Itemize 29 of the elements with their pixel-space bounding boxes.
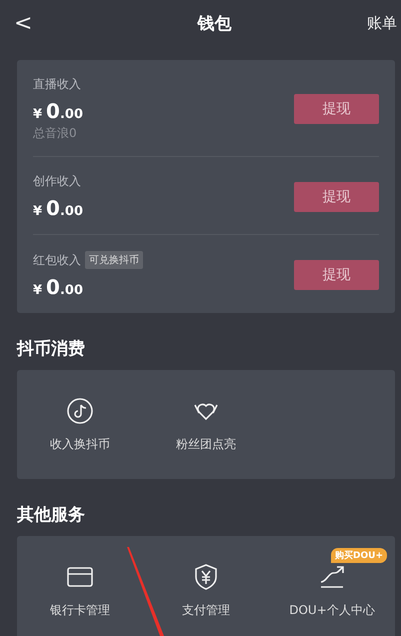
service-label[interactable]: 银行卡管理 (50, 602, 110, 619)
income-amount: 0.00 (46, 99, 83, 123)
income-amount: 0.00 (46, 275, 83, 299)
service-label[interactable]: 粉丝团点亮 (176, 436, 236, 453)
trend-up-icon (319, 565, 345, 589)
service-label[interactable]: DOU+个人中心 (289, 602, 375, 619)
bill-link[interactable]: 账单 (367, 14, 397, 32)
income-label: 直播收入 (33, 76, 81, 93)
currency-sign: ¥ (33, 283, 42, 298)
income-label: 创作收入 (33, 173, 81, 190)
currency-sign: ¥ (33, 107, 42, 122)
sound-wave-total: 总音浪0 (33, 125, 78, 142)
service-label[interactable]: 收入换抖币 (50, 436, 110, 453)
withdraw-button[interactable]: 提现 (294, 182, 379, 212)
withdraw-button[interactable]: 提现 (294, 94, 379, 124)
section-title: 抖币消费 (17, 338, 86, 360)
withdraw-button[interactable]: 提现 (294, 260, 379, 290)
section-title: 其他服务 (17, 504, 86, 526)
currency-sign: ¥ (33, 204, 42, 219)
income-amount: 0.00 (46, 196, 83, 220)
promo-badge: 购买DOU+ (331, 548, 387, 563)
bank-card-icon (67, 566, 93, 588)
exchange-tag: 可兑换抖币 (85, 251, 143, 269)
back-button[interactable]: < (14, 10, 32, 36)
page-title: 钱包 (198, 12, 232, 34)
income-label: 红包收入 (33, 252, 81, 268)
shield-yuan-icon (194, 564, 218, 590)
music-note-icon (66, 397, 94, 425)
service-label[interactable]: 支付管理 (182, 602, 230, 619)
